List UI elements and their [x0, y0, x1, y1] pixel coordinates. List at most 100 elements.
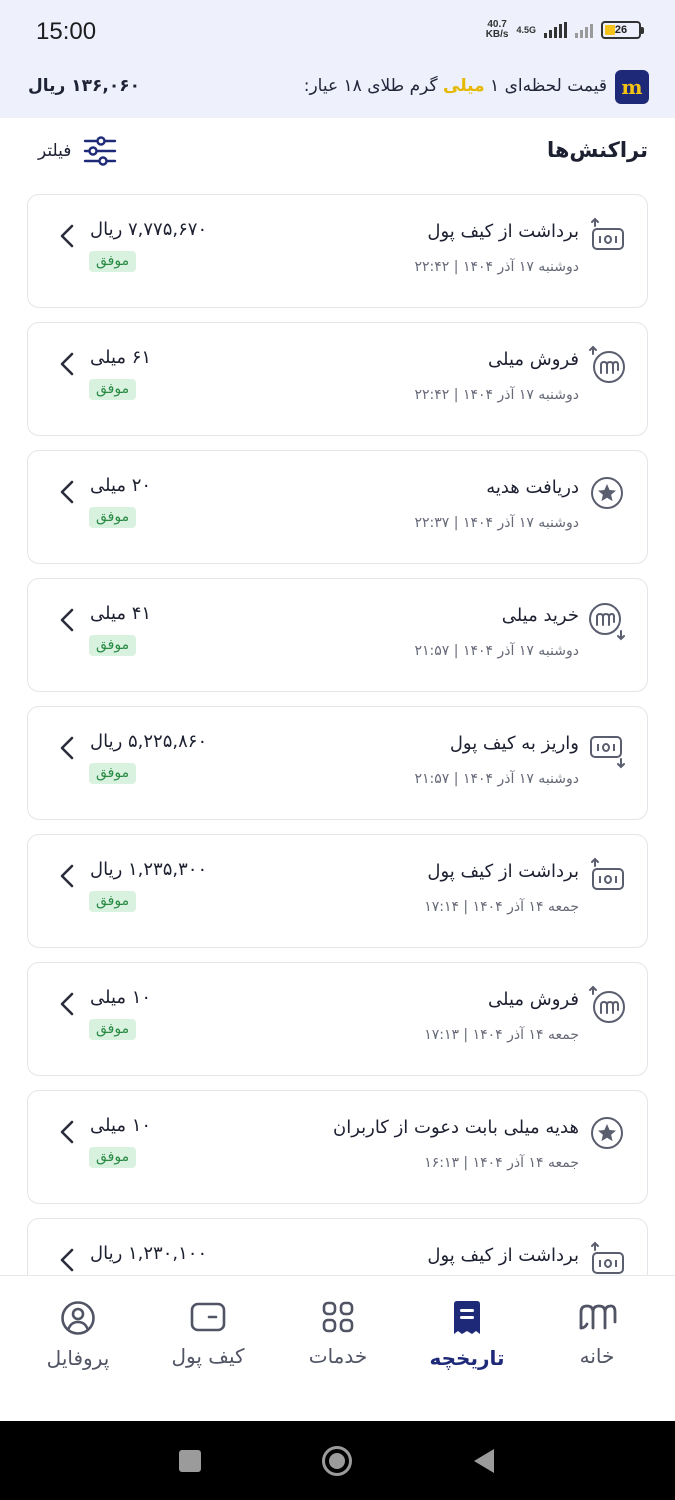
- transaction-card[interactable]: برداشت از کیف پول جمعه ۱۴ آذر ۱۴۰۴ | ۱۷:۱…: [27, 834, 648, 948]
- status-badge: موفق: [89, 507, 137, 528]
- gold-price-bar: m قیمت لحظه‌ای ۱ میلی گرم طلای ۱۸ عیار: …: [0, 64, 675, 118]
- transaction-list[interactable]: برداشت از کیف پول دوشنبه ۱۷ آذر ۱۴۰۴ | ۲۲…: [27, 194, 648, 1275]
- status-badge: موفق: [89, 379, 137, 400]
- transaction-title: هدیه میلی بابت دعوت از کاربران: [332, 1117, 579, 1138]
- wallet-withdraw-icon: [587, 217, 627, 257]
- gold-price-label-prefix: قیمت لحظه‌ای ۱: [490, 76, 607, 96]
- transaction-amount: ۲۰ میلی: [90, 475, 152, 496]
- transaction-date: جمعه ۱۴ آذر ۱۴۰۴ | ۱۷:۱۴: [424, 899, 579, 915]
- nav-label-profile: پروفایل: [46, 1346, 110, 1370]
- transaction-title: برداشت از کیف پول: [427, 221, 579, 242]
- transaction-amount: ۱,۲۳۵,۳۰۰ ریال: [90, 859, 208, 880]
- back-button[interactable]: [468, 1445, 500, 1477]
- transaction-card[interactable]: واریز به کیف پول دوشنبه ۱۷ آذر ۱۴۰۴ | ۲۱:…: [27, 706, 648, 820]
- chevron-left-icon[interactable]: [58, 735, 76, 761]
- services-grid-icon: [322, 1301, 354, 1333]
- nav-label-history: تاریخچه: [429, 1346, 505, 1370]
- transaction-card[interactable]: هدیه میلی بابت دعوت از کاربران جمعه ۱۴ آذ…: [27, 1090, 648, 1204]
- transaction-card[interactable]: دریافت هدیه دوشنبه ۱۷ آذر ۱۴۰۴ | ۲۲:۳۷ ۲۰ …: [27, 450, 648, 564]
- transaction-amount: ۶۱ میلی: [90, 347, 152, 368]
- network-type-label: 4.5G: [516, 25, 536, 35]
- status-badge: موفق: [89, 1019, 137, 1040]
- transaction-title: برداشت از کیف پول: [427, 861, 579, 882]
- transaction-date: دوشنبه ۱۷ آذر ۱۴۰۴ | ۲۲:۴۲: [414, 387, 579, 403]
- gold-price-label-suffix: گرم طلای ۱۸ عیار:: [303, 76, 438, 96]
- gold-sell-icon: [587, 985, 627, 1025]
- transaction-title: خرید میلی: [501, 605, 579, 626]
- chevron-left-icon[interactable]: [58, 607, 76, 633]
- transaction-card[interactable]: خرید میلی دوشنبه ۱۷ آذر ۱۴۰۴ | ۲۱:۵۷ ۴۱ می…: [27, 578, 648, 692]
- signal-strength-icon: [544, 22, 567, 38]
- transaction-date: دوشنبه ۱۷ آذر ۱۴۰۴ | ۲۱:۵۷: [414, 771, 579, 787]
- transaction-title: واریز به کیف پول: [449, 733, 579, 754]
- status-badge: موفق: [89, 891, 137, 912]
- status-badge: موفق: [89, 1147, 137, 1168]
- transaction-date: دوشنبه ۱۷ آذر ۱۴۰۴ | ۲۲:۳۷: [414, 515, 579, 531]
- transaction-title: فروش میلی: [488, 989, 579, 1010]
- transaction-card[interactable]: برداشت از کیف پول دوشنبه ۱۷ آذر ۱۴۰۴ | ۲۲…: [27, 194, 648, 308]
- transaction-date: دوشنبه ۱۷ آذر ۱۴۰۴ | ۲۲:۴۲: [414, 259, 579, 275]
- chevron-left-icon[interactable]: [58, 863, 76, 889]
- chevron-left-icon[interactable]: [58, 1119, 76, 1145]
- history-receipt-icon: [454, 1301, 480, 1334]
- gold-price-label-highlight: میلی: [443, 76, 485, 96]
- transaction-title: برداشت از کیف پول: [427, 1245, 579, 1266]
- chevron-left-icon[interactable]: [58, 1247, 76, 1273]
- status-time: 15:00: [36, 18, 97, 45]
- gold-price-label: قیمت لحظه‌ای ۱ میلی گرم طلای ۱۸ عیار:: [304, 76, 607, 96]
- transaction-date: جمعه ۱۴ آذر ۱۴۰۴ | ۱۷:۱۳: [424, 1027, 579, 1043]
- transaction-amount: ۴۱ میلی: [90, 603, 152, 624]
- status-badge: موفق: [89, 763, 137, 784]
- system-navigation-bar: [0, 1421, 675, 1500]
- brand-logo-letter: m: [621, 75, 643, 99]
- bottom-navigation: خانه تاریخچه خدمات کیف پول پروفایل: [0, 1275, 675, 1421]
- chevron-left-icon[interactable]: [58, 991, 76, 1017]
- transaction-amount: ۱,۲۳۰,۱۰۰ ریال: [90, 1243, 208, 1264]
- home-brand-icon: [579, 1304, 617, 1330]
- chevron-left-icon[interactable]: [58, 479, 76, 505]
- transaction-title: دریافت هدیه: [486, 477, 579, 498]
- gift-star-icon: [587, 473, 627, 513]
- nav-label-services: خدمات: [308, 1344, 368, 1368]
- transaction-title: فروش میلی: [488, 349, 579, 370]
- nav-label-wallet: کیف پول: [171, 1344, 245, 1368]
- gold-buy-icon: [587, 601, 627, 641]
- network-speed-unit: KB/s: [485, 29, 509, 40]
- battery-icon: 26: [601, 21, 644, 39]
- transaction-date: جمعه ۱۴ آذر ۱۴۰۴ | ۱۶:۱۳: [424, 1155, 579, 1171]
- transaction-amount: ۵,۲۲۵,۸۶۰ ریال: [90, 731, 208, 752]
- status-bar: 15:00 40.7 KB/s 4.5G 26: [0, 0, 675, 64]
- status-indicators: 40.7 KB/s 4.5G 26: [485, 20, 644, 40]
- nav-item-profile[interactable]: پروفایل: [13, 1300, 143, 1370]
- network-type: 4.5G: [516, 25, 536, 35]
- nav-item-services[interactable]: خدمات: [273, 1300, 403, 1368]
- chevron-left-icon[interactable]: [58, 223, 76, 249]
- battery-level: 26: [614, 24, 628, 36]
- wallet-deposit-icon: [587, 729, 627, 769]
- wallet-icon: [190, 1302, 226, 1332]
- transaction-card[interactable]: فروش میلی دوشنبه ۱۷ آذر ۱۴۰۴ | ۲۲:۴۲ ۶۱ می…: [27, 322, 648, 436]
- filter-button[interactable]: فیلتر: [38, 136, 117, 166]
- brand-logo-icon: m: [615, 70, 649, 104]
- transaction-card[interactable]: برداشت از کیف پول۱,۲۳۰,۱۰۰ ریالموفق: [27, 1218, 648, 1275]
- signal-strength-secondary-icon: [575, 22, 593, 38]
- nav-item-home[interactable]: خانه: [532, 1300, 662, 1368]
- transaction-amount: ۱۰ میلی: [90, 987, 152, 1008]
- home-button[interactable]: [321, 1445, 353, 1477]
- status-badge: موفق: [89, 251, 137, 272]
- nav-item-history[interactable]: تاریخچه: [402, 1300, 532, 1370]
- chevron-left-icon[interactable]: [58, 351, 76, 377]
- page-title: تراکنش‌ها: [546, 138, 648, 162]
- gold-sell-icon: [587, 345, 627, 385]
- status-badge: موفق: [89, 635, 137, 656]
- wallet-withdraw-icon: [587, 1241, 627, 1275]
- gift-star-icon: [587, 1113, 627, 1153]
- transaction-amount: ۱۰ میلی: [90, 1115, 152, 1136]
- wallet-withdraw-icon: [587, 857, 627, 897]
- nav-item-wallet[interactable]: کیف پول: [143, 1300, 273, 1368]
- recent-apps-button[interactable]: [174, 1445, 206, 1477]
- filter-label: فیلتر: [38, 141, 72, 161]
- filter-sliders-icon: [84, 136, 117, 166]
- gold-price-value: ۱۳۶,۰۶۰ ریال: [28, 76, 140, 96]
- transaction-card[interactable]: فروش میلی جمعه ۱۴ آذر ۱۴۰۴ | ۱۷:۱۳ ۱۰ میلی…: [27, 962, 648, 1076]
